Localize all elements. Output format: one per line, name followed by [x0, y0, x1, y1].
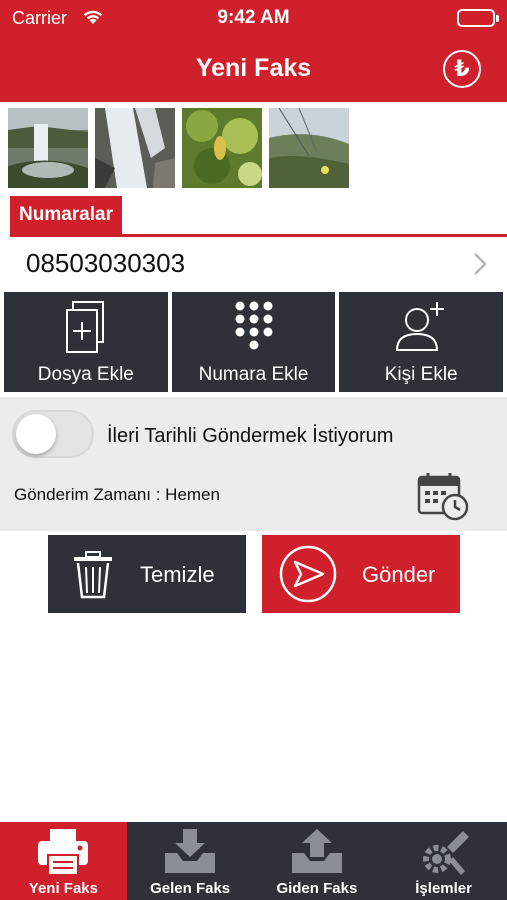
section-divider	[10, 234, 507, 237]
add-contact-button[interactable]: Kişi Ekle	[339, 292, 504, 392]
calendar-clock-icon[interactable]	[417, 471, 471, 528]
send-button[interactable]: Gönder	[262, 535, 460, 613]
fax-icon	[38, 829, 89, 876]
tab-label: Gelen Faks	[150, 880, 231, 897]
tab-label: İşlemler	[415, 880, 472, 897]
phone-number-row[interactable]: 08503030303	[0, 240, 507, 290]
tab-label: Giden Faks	[276, 880, 358, 897]
add-number-label: Numara Ekle	[198, 364, 309, 385]
clear-button[interactable]: Temizle	[48, 535, 246, 613]
schedule-toggle-label: İleri Tarihli Göndermek İstiyorum	[107, 425, 394, 447]
add-number-button[interactable]: Numara Ekle	[171, 292, 336, 392]
schedule-toggle[interactable]	[12, 410, 94, 458]
app-header: Carrier 9:42 AM Yeni Faks ₺	[0, 0, 507, 102]
attachment-thumb-4[interactable]	[269, 108, 349, 188]
dialpad-icon	[235, 301, 272, 350]
tab-incoming-fax[interactable]: Gelen Faks	[127, 822, 254, 900]
attachment-thumb-2[interactable]	[95, 108, 175, 188]
tab-outgoing-fax[interactable]: Giden Faks	[254, 822, 381, 900]
clear-label: Temizle	[140, 562, 215, 587]
numbers-section-label: Numaralar	[10, 196, 122, 234]
add-document-icon	[65, 301, 104, 353]
page-title: Yeni Faks	[195, 54, 312, 82]
inbox-download-icon	[165, 829, 216, 873]
phone-number: 08503030303	[26, 248, 186, 278]
add-actions: Dosya Ekle Numara Ekle Kişi Ekle	[4, 292, 504, 392]
attachment-thumb-1[interactable]	[8, 108, 88, 188]
add-contact-label: Kişi Ekle	[384, 364, 458, 385]
bottom-tab-bar: Yeni Faks Gelen Faks Giden Faks İşlemler	[0, 822, 507, 900]
send-arrow-icon	[279, 545, 337, 603]
schedule-panel: İleri Tarihli Göndermek İstiyorum Gönder…	[0, 397, 507, 531]
attachment-thumb-3[interactable]	[182, 108, 262, 188]
attachment-thumbnails	[8, 108, 349, 188]
add-file-button[interactable]: Dosya Ekle	[4, 292, 168, 392]
trash-icon	[74, 551, 112, 599]
lira-icon[interactable]: ₺	[443, 50, 481, 88]
send-label: Gönder	[362, 562, 436, 587]
outbox-upload-icon	[291, 829, 342, 873]
tab-operations[interactable]: İşlemler	[380, 822, 507, 900]
add-file-label: Dosya Ekle	[37, 364, 134, 385]
send-time-label: Gönderim Zamanı : Hemen	[14, 485, 220, 504]
tab-new-fax[interactable]: Yeni Faks	[0, 822, 127, 900]
add-person-icon	[396, 302, 445, 351]
chevron-right-icon	[473, 252, 487, 281]
status-time: 9:42 AM	[217, 7, 290, 28]
tools-gear-icon	[422, 831, 469, 875]
tab-label: Yeni Faks	[28, 880, 98, 897]
status-bar: Carrier 9:42 AM	[0, 0, 507, 36]
battery-icon	[457, 9, 495, 27]
